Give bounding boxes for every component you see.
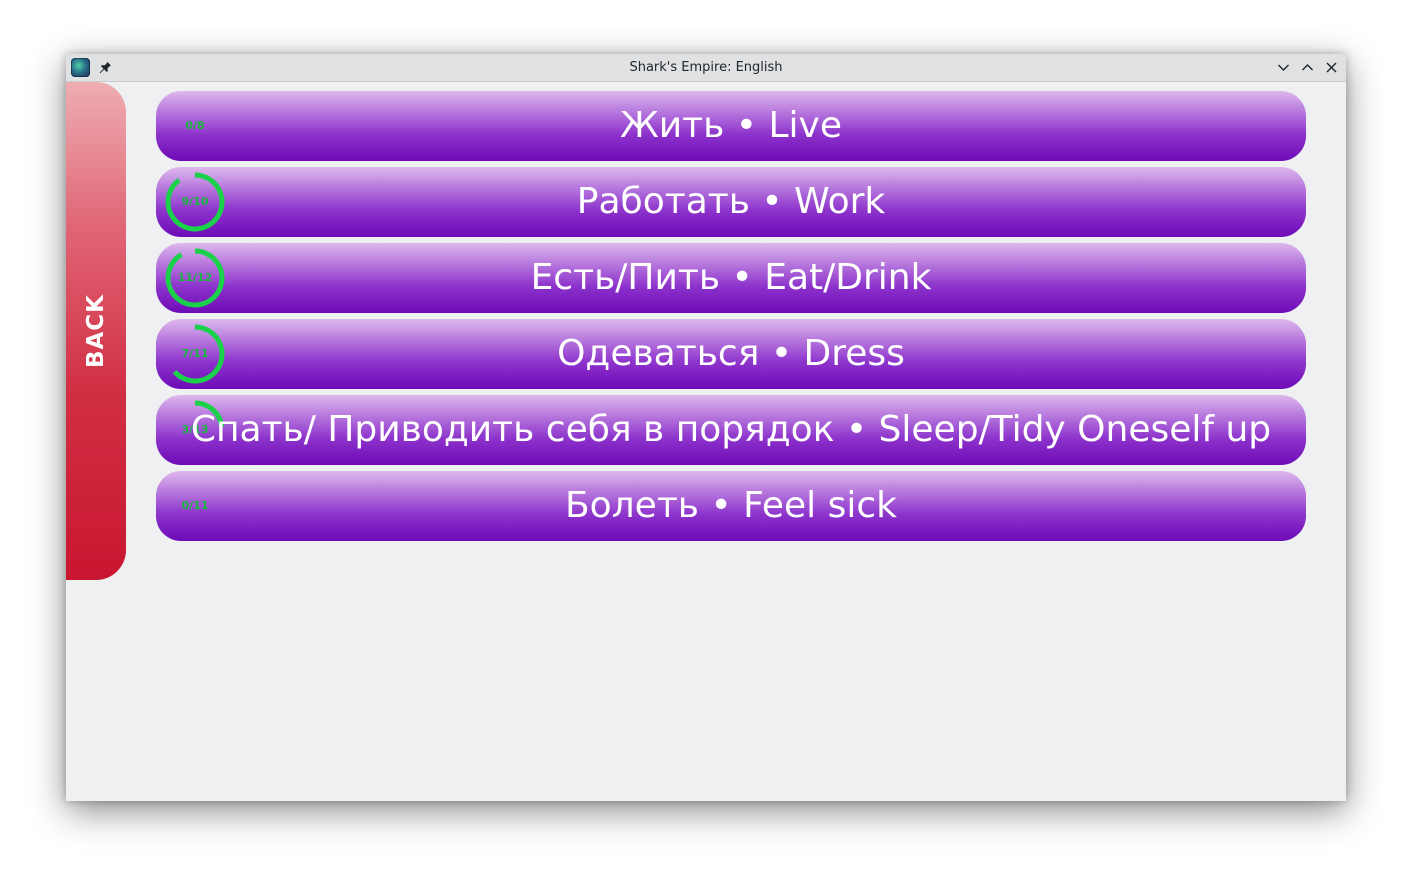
topic-list: 0/8 Жить • Live 9/10 Работать • Work 11/… xyxy=(156,91,1306,547)
topic-label: Одеваться • Dress xyxy=(557,333,905,374)
title-bar[interactable]: Shark's Empire: English xyxy=(66,54,1346,82)
chevron-down-icon[interactable] xyxy=(1275,59,1292,76)
topic-label: Работать • Work xyxy=(576,181,886,222)
topic-label: Есть/Пить • Eat/Drink xyxy=(530,257,932,298)
topic-button-work[interactable]: 9/10 Работать • Work xyxy=(156,167,1306,237)
topic-button-dress[interactable]: 7/11 Одеваться • Dress xyxy=(156,319,1306,389)
topic-button-eat-drink[interactable]: 11/12 Есть/Пить • Eat/Drink xyxy=(156,243,1306,313)
back-button[interactable]: BACK xyxy=(66,82,126,580)
topic-button-feel-sick[interactable]: 0/11 Болеть • Feel sick xyxy=(156,471,1306,541)
window-title: Shark's Empire: English xyxy=(629,60,783,75)
topic-label: Жить • Live xyxy=(620,105,842,146)
topic-label: Болеть • Feel sick xyxy=(564,485,898,526)
chevron-up-icon[interactable] xyxy=(1299,59,1316,76)
topic-button-sleep-tidy[interactable]: 3/13 Спать/ Приводить себя в порядок • S… xyxy=(156,395,1306,465)
topic-label: Спать/ Приводить себя в порядок • Sleep/… xyxy=(190,409,1272,450)
back-button-label: BACK xyxy=(83,293,109,369)
app-window: Shark's Empire: English BACK 0/8 Жить • … xyxy=(66,54,1346,801)
topic-button-live[interactable]: 0/8 Жить • Live xyxy=(156,91,1306,161)
close-icon[interactable] xyxy=(1323,59,1340,76)
